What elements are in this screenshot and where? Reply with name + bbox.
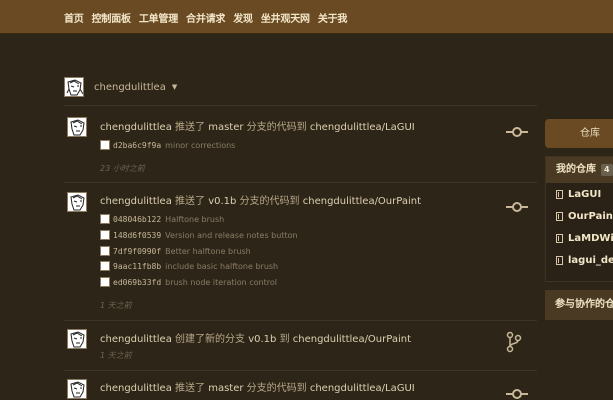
repo-icon (556, 189, 563, 199)
timestamp: 1 天之前 (100, 351, 132, 360)
commit-sha[interactable]: d2ba6c9f9a (113, 141, 161, 150)
commit-sha[interactable]: 7df9f0990f (113, 247, 161, 256)
top-navbar: 首页 控制面板 工单管理 合并请求 发现 坐井观天网 关于我 (0, 0, 613, 34)
repo-icon (556, 255, 563, 265)
user-link[interactable]: chengdulittlea (100, 196, 172, 207)
repo-icon (556, 211, 563, 221)
context-username: chengdulittlea (94, 81, 166, 93)
avatar (100, 214, 110, 224)
divider (64, 105, 537, 106)
avatar (64, 77, 84, 97)
my-repos-panel: 我的仓库4 LaGUI OurPaint LaMDWiki lagui_demo (545, 156, 613, 282)
commit-sha[interactable]: 9aac11fb8b (113, 262, 161, 271)
user-link[interactable]: chengdulittlea (100, 122, 172, 133)
collab-repos-header[interactable]: 参与协作的仓库 (545, 290, 613, 320)
avatar[interactable] (67, 117, 87, 137)
repo-link[interactable]: chengdulittlea/OurPaint (303, 196, 421, 207)
branch-icon (506, 331, 522, 357)
avatar (100, 230, 110, 240)
repo-item[interactable]: OurPaint (546, 205, 613, 227)
branch-link[interactable]: v0.1b (248, 334, 276, 345)
feed-item-title: chengdulittlea 推送了 master 分支的代码到 chengdu… (100, 383, 415, 394)
commit-sha[interactable]: 148d6f0539 (113, 231, 161, 240)
commit-row: d2ba6c9f9a minor corrections (100, 139, 235, 151)
timestamp: 1 天之前 (100, 301, 132, 310)
commit-row: 148d6f0539 Version and release notes but… (100, 229, 298, 241)
nav-home[interactable]: 首页 (64, 10, 84, 25)
commit-message: Better halftone brush (165, 246, 251, 256)
commit-message: Version and release notes button (165, 230, 298, 240)
commit-message: brush node iteration control (165, 277, 277, 287)
commit-icon (506, 385, 528, 400)
commit-icon (506, 123, 528, 142)
commit-message: minor corrections (165, 140, 236, 150)
branch-link[interactable]: master (208, 383, 243, 394)
commit-message: Halftone brush (165, 214, 225, 224)
nav-issues[interactable]: 工单管理 (139, 10, 178, 25)
user-link[interactable]: chengdulittlea (100, 334, 172, 345)
feed-item-title: chengdulittlea 创建了新的分支 v0.1b 到 chengduli… (100, 334, 412, 345)
branch-link[interactable]: master (208, 122, 243, 133)
commit-row: 9aac11fb8b include basic halftone brush (100, 260, 278, 272)
commit-sha[interactable]: ed069b33fd (113, 278, 161, 287)
branch-link[interactable]: v0.1b (208, 196, 236, 207)
chevron-down-icon: ▼ (171, 83, 178, 91)
repo-item[interactable]: LaGUI (546, 183, 613, 205)
commit-row: 048046b122 Halftone brush (100, 213, 224, 225)
avatar (100, 277, 110, 287)
my-repos-header: 我的仓库 4 (546, 157, 613, 183)
avatar (100, 261, 110, 271)
commit-row: ed069b33fd brush node iteration control (100, 276, 277, 288)
context-switcher[interactable]: chengdulittlea ▼ (64, 77, 177, 97)
commit-icon (506, 198, 528, 217)
repo-item[interactable]: lagui_demo (546, 249, 613, 271)
divider (64, 320, 537, 321)
user-link[interactable]: chengdulittlea (100, 383, 172, 394)
nav-pulls[interactable]: 合并请求 (186, 10, 225, 25)
commit-row: 7df9f0990f Better halftone brush (100, 245, 251, 257)
commit-message: include basic halftone brush (165, 261, 279, 271)
repo-icon (556, 233, 563, 243)
nav-site[interactable]: 坐井观天网 (261, 10, 310, 25)
repo-item[interactable]: LaMDWiki (546, 227, 613, 249)
nav-explore[interactable]: 发现 (233, 10, 253, 25)
feed-item-title: chengdulittlea 推送了 master 分支的代码到 chengdu… (100, 122, 415, 133)
divider (64, 370, 537, 371)
divider (64, 182, 537, 183)
main-nav: 首页 控制面板 工单管理 合并请求 发现 坐井观天网 关于我 (64, 10, 355, 25)
tab-repositories[interactable]: 仓库 (545, 119, 613, 148)
feed-item-title: chengdulittlea 推送了 v0.1b 分支的代码到 chengdul… (100, 196, 422, 207)
commit-sha[interactable]: 048046b122 (113, 215, 161, 224)
nav-about[interactable]: 关于我 (318, 10, 348, 25)
repo-link[interactable]: chengdulittlea/OurPaint (293, 334, 411, 345)
avatar[interactable] (67, 329, 87, 349)
repo-link[interactable]: chengdulittlea/LaGUI (310, 122, 415, 133)
nav-dashboard[interactable]: 控制面板 (92, 10, 131, 25)
avatar[interactable] (67, 379, 87, 399)
avatar (100, 246, 110, 256)
repo-count-badge: 4 (601, 164, 613, 176)
avatar (100, 140, 110, 150)
timestamp: 23 小时之前 (100, 164, 145, 173)
avatar[interactable] (67, 192, 87, 212)
repo-link[interactable]: chengdulittlea/LaGUI (310, 383, 415, 394)
